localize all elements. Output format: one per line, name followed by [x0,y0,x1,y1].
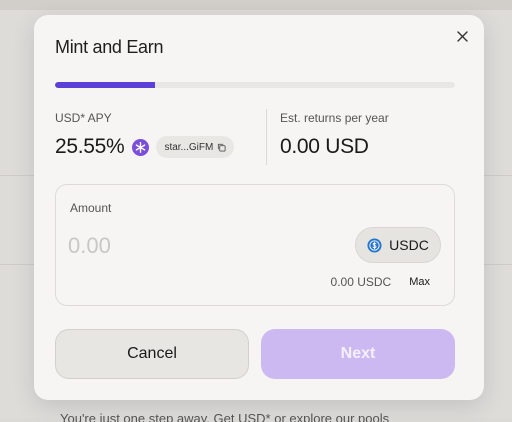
copy-icon[interactable] [217,143,226,152]
modal-title: Mint and Earn [55,37,164,57]
apy-label: USD* APY [55,111,112,125]
star-icon [132,138,150,156]
balance-text: 0.00 USDC [330,275,392,289]
currency-label: USDC [389,237,429,253]
mint-earn-modal: Mint and Earn USD* APY 25.55% star...GiF… [34,15,484,400]
address-chip[interactable]: star...GiFM [156,136,235,158]
max-button[interactable]: Max [409,276,430,288]
amount-input[interactable] [68,231,268,261]
apy-row: 25.55% star...GiFM [55,135,235,159]
step-progress-bar [55,82,455,88]
apy-stat: USD* APY 25.55% star...GiFM [55,111,235,158]
stat-divider [266,109,267,165]
apy-value: 25.55% [55,135,125,158]
amount-panel: Amount USDC 0.00 USDC Max [55,184,455,306]
backdrop-hint-text: You're just one step away. Get USD* or e… [60,411,390,422]
step-progress-fill [55,82,155,88]
returns-label: Est. returns per year [280,111,389,125]
close-icon[interactable] [453,27,471,45]
balance-row: 0.00 USDC Max [331,275,430,289]
cancel-button[interactable]: Cancel [55,329,249,379]
next-button[interactable]: Next [261,329,455,379]
usdc-icon [367,237,382,253]
returns-value: 0.00 USD [280,135,369,158]
address-text: star...GiFM [164,141,214,153]
currency-selector[interactable]: USDC [355,227,441,263]
backdrop-header [0,0,512,10]
amount-label: Amount [70,201,112,215]
returns-stat: Est. returns per year 0.00 USD [280,111,389,158]
